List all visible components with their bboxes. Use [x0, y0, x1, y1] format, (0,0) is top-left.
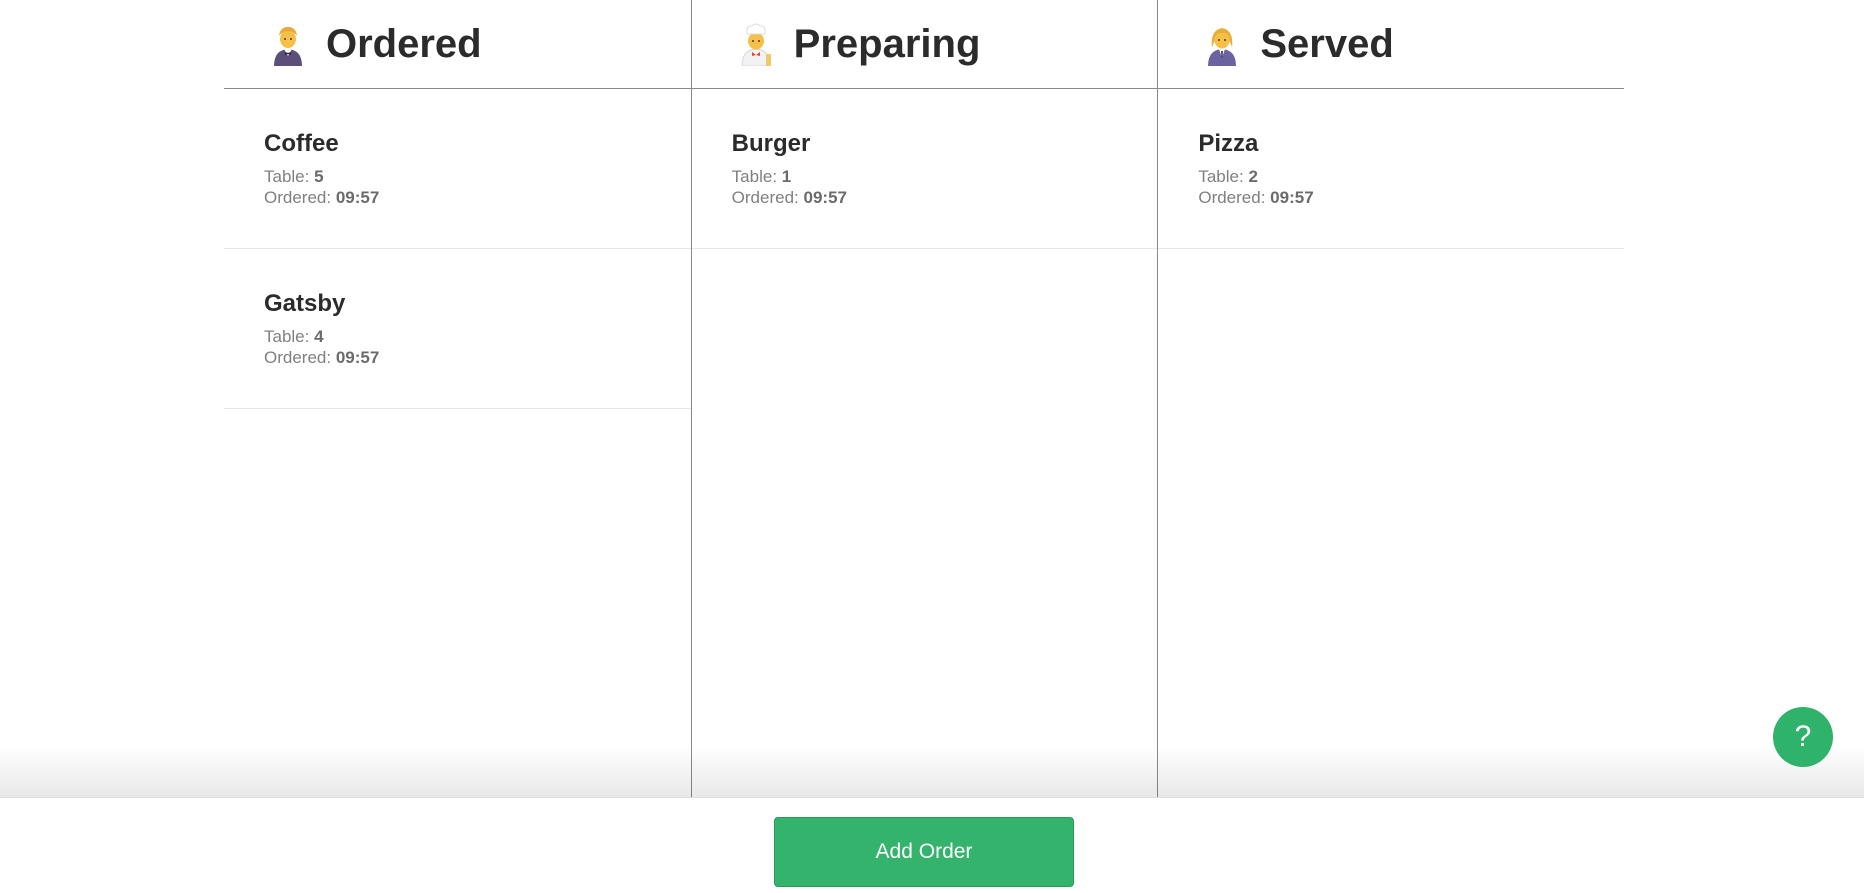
order-table-line: Table: 1 [732, 166, 1158, 187]
order-time-line: Ordered: 09:57 [264, 187, 691, 208]
order-time: 09:57 [335, 348, 380, 367]
column-title: Served [1260, 21, 1394, 66]
table-number: 5 [314, 167, 324, 186]
column-preparing: Preparing Burger Table: 1 Ordered: 09:57 [690, 0, 1158, 797]
footer-bar: Add Order [0, 797, 1864, 893]
order-table-line: Table: 2 [1198, 166, 1624, 187]
column-header: Served [1158, 0, 1625, 89]
column-header: Ordered [224, 0, 691, 89]
order-time-line: Ordered: 09:57 [732, 187, 1158, 208]
order-time: 09:57 [1270, 188, 1314, 207]
table-number: 2 [1248, 167, 1258, 186]
order-table-line: Table: 5 [264, 166, 691, 187]
order-card[interactable]: Gatsby Table: 4 Ordered: 09:57 [224, 249, 691, 409]
ordered-label: Ordered: [1198, 188, 1266, 207]
ordered-label: Ordered: [264, 348, 332, 367]
order-time: 09:57 [803, 188, 847, 207]
ordered-label: Ordered: [731, 188, 799, 207]
column-title: Preparing [793, 21, 981, 66]
table-label: Table: [264, 167, 310, 186]
order-table-line: Table: 4 [264, 326, 691, 347]
table-label: Table: [1198, 167, 1244, 186]
table-number: 1 [781, 167, 792, 186]
order-item-name: Burger [731, 130, 811, 157]
order-card[interactable]: Pizza Table: 2 Ordered: 09:57 [1158, 89, 1625, 249]
order-item-name: Coffee [264, 130, 339, 157]
column-ordered: Ordered Coffee Table: 5 Ordered: 09:57 G… [224, 0, 691, 797]
order-card[interactable]: Burger Table: 1 Ordered: 09:57 [691, 89, 1158, 249]
order-time: 09:57 [335, 188, 380, 207]
table-number: 4 [314, 327, 324, 346]
order-card[interactable]: Coffee Table: 5 Ordered: 09:57 [224, 89, 691, 249]
woman-in-suit-icon [1202, 22, 1242, 66]
column-title: Ordered [326, 21, 482, 66]
table-label: Table: [264, 327, 310, 346]
order-board: Ordered Coffee Table: 5 Ordered: 09:57 G… [224, 0, 1625, 797]
column-header: Preparing [691, 0, 1158, 89]
table-label: Table: [731, 167, 778, 186]
column-served: Served Pizza Table: 2 Ordered: 09:57 [1157, 0, 1625, 797]
cook-icon [736, 22, 776, 66]
order-item-name: Gatsby [264, 290, 346, 317]
ordered-label: Ordered: [264, 188, 332, 207]
add-order-button[interactable]: Add Order [774, 817, 1074, 887]
order-time-line: Ordered: 09:57 [264, 347, 691, 368]
help-button[interactable]: ? [1773, 707, 1833, 767]
order-item-name: Pizza [1198, 130, 1259, 157]
waiter-person-icon [268, 22, 308, 66]
order-time-line: Ordered: 09:57 [1198, 187, 1624, 208]
